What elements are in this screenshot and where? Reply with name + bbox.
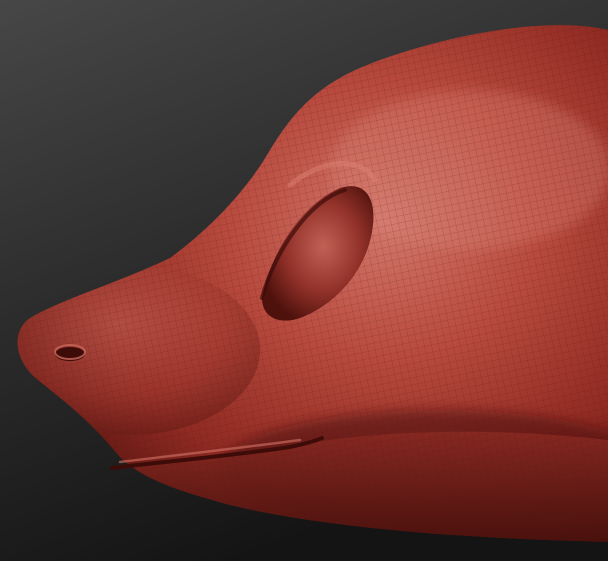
sculpt-model[interactable] <box>0 0 608 561</box>
sculpt-viewport[interactable] <box>0 0 608 561</box>
